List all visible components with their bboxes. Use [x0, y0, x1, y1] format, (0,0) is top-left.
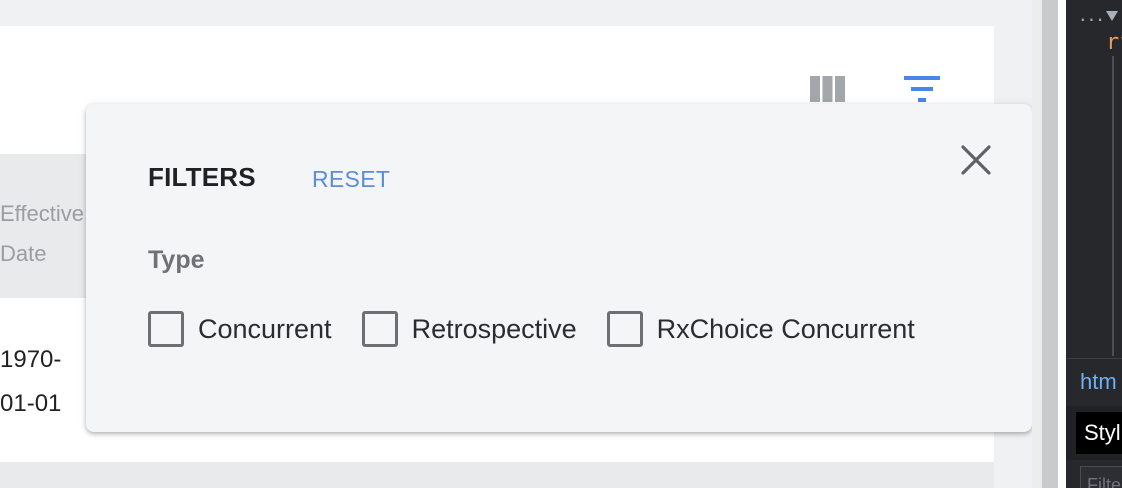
close-icon[interactable] [960, 144, 992, 176]
option-rxchoice-concurrent[interactable]: RxChoice Concurrent [606, 311, 915, 347]
tab-styles-label: Styl [1084, 420, 1121, 445]
devtools-tabs: Styl [1066, 406, 1122, 460]
rxchoice-concurrent-checkbox[interactable] [606, 311, 643, 347]
table-row[interactable] [0, 462, 994, 488]
cell-line-1: 1970- [0, 346, 62, 373]
devtools-elements-tree: ... rf [1066, 0, 1122, 358]
type-options: Concurrent Retrospective RxChoice Concur… [148, 309, 945, 349]
filter-placeholder: Filte [1087, 475, 1122, 488]
cell-line-2: 01-01 [0, 390, 62, 417]
app-root: Effective Date 1970- 01-01 FILTERS RESET… [0, 0, 1122, 488]
filters-title: FILTERS [148, 162, 256, 192]
header-line-2: Date [0, 241, 47, 266]
devtools-filter-bar: Filte [1066, 460, 1122, 488]
option-label: Concurrent [198, 313, 332, 344]
option-label: Retrospective [411, 313, 577, 344]
reset-button[interactable]: RESET [312, 166, 390, 193]
devtools-code-text: rf [1106, 30, 1122, 55]
header-line-1: Effective [0, 201, 84, 226]
ellipsis-icon[interactable]: ... [1078, 6, 1105, 25]
type-section-label: Type [148, 246, 205, 274]
devtools-breadcrumb: htm [1066, 358, 1122, 406]
tree-guide-line [1112, 56, 1114, 356]
column-header-effective-date[interactable]: Effective Date [0, 194, 90, 274]
scrollbar[interactable] [1042, 0, 1058, 488]
expand-triangle-icon[interactable] [1106, 11, 1118, 21]
breadcrumb-html[interactable]: htm [1080, 369, 1117, 395]
devtools-panel: ... rf htm Styl Filte [1058, 0, 1122, 488]
option-retrospective[interactable]: Retrospective [361, 311, 577, 347]
filters-popover: FILTERS RESET Type Concurrent Retrospect… [86, 104, 1032, 432]
option-label: RxChoice Concurrent [656, 313, 915, 344]
panel-divider [1032, 0, 1042, 488]
option-concurrent[interactable]: Concurrent [148, 311, 332, 347]
filter-list-icon[interactable] [904, 76, 940, 104]
concurrent-checkbox[interactable] [148, 311, 184, 347]
retrospective-checkbox[interactable] [361, 311, 398, 347]
view-columns-icon[interactable] [810, 76, 845, 102]
effective-date-cell: 1970- 01-01 [0, 338, 80, 426]
styles-filter-input[interactable]: Filte [1080, 466, 1122, 488]
